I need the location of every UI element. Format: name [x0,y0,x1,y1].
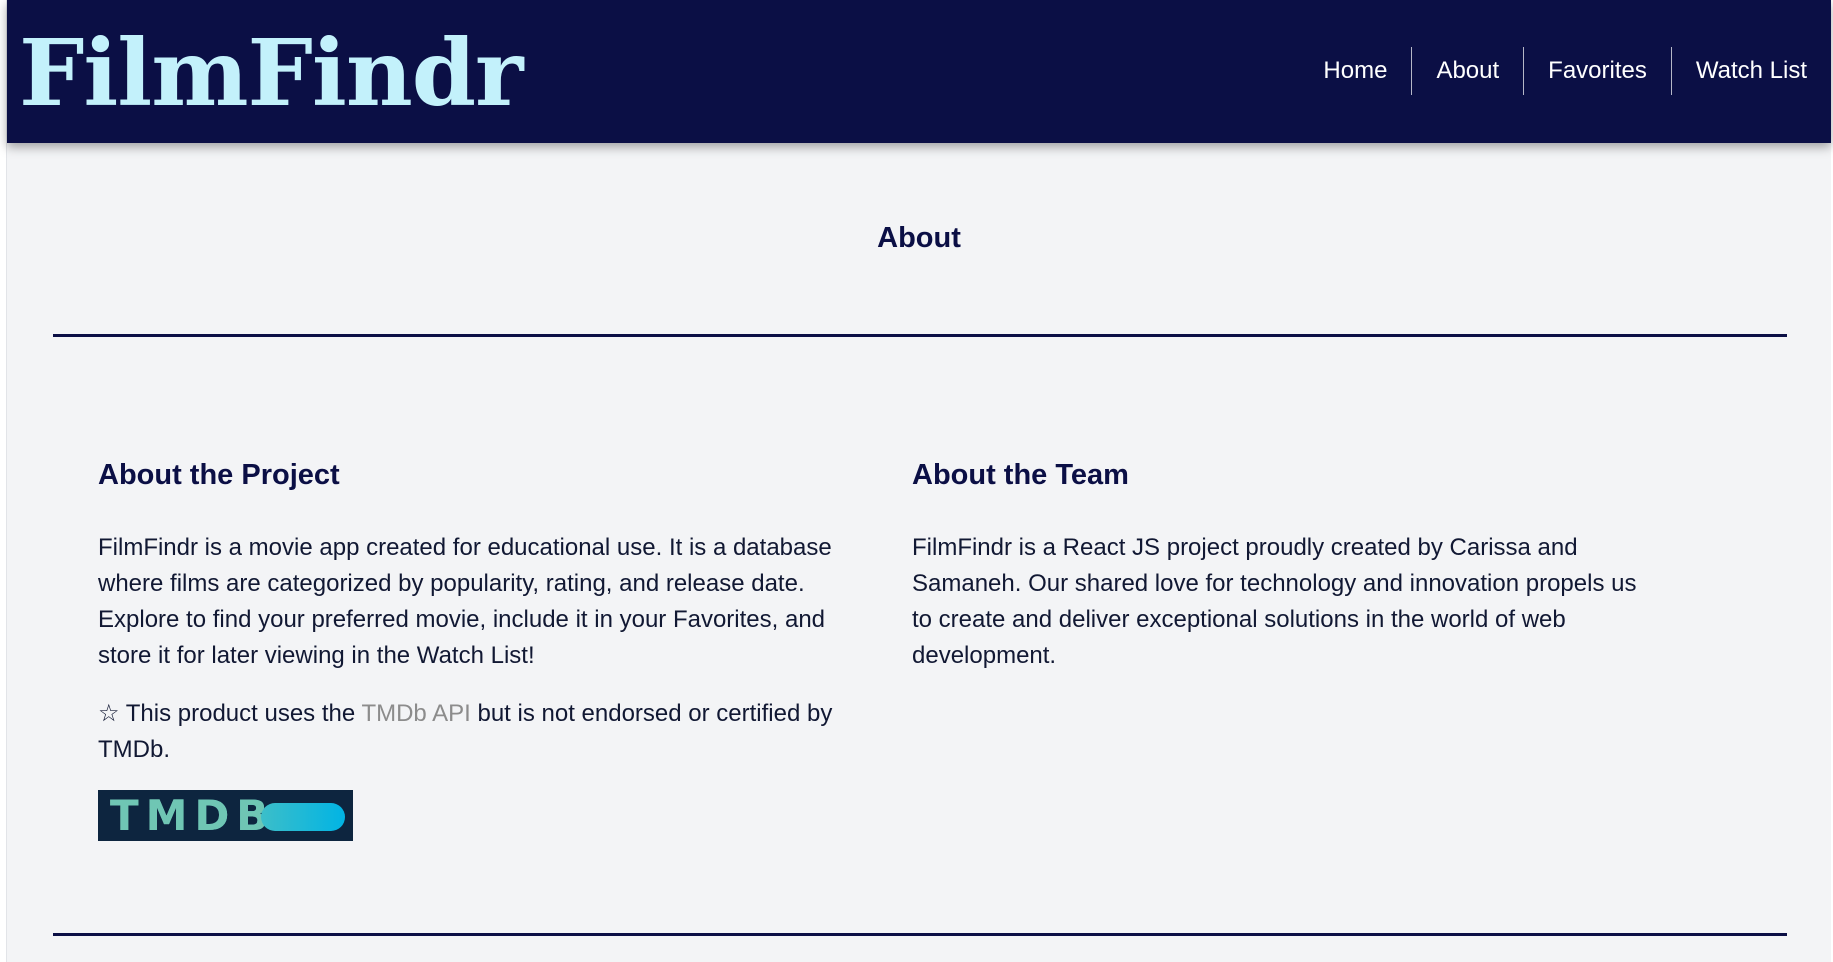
top-divider [53,334,1787,337]
nav-about-link[interactable]: About [1411,47,1523,95]
site-logo[interactable]: FilmFindr [19,18,524,128]
about-team-text: FilmFindr is a React JS project proudly … [912,534,1637,669]
about-project-heading: About the Project [98,459,340,491]
page: FilmFindr Home About Favorites Watch Lis… [6,0,1831,962]
tmdb-attribution: ☆ This product uses the TMDb API but is … [98,696,838,768]
about-project-section: About the Project FilmFindr is a movie a… [98,450,838,841]
about-project-text: FilmFindr is a movie app created for edu… [98,534,832,669]
about-team-section: About the Team FilmFindr is a React JS p… [912,450,1652,696]
about-team-heading: About the Team [912,459,1129,491]
site-header: FilmFindr Home About Favorites Watch Lis… [7,0,1831,143]
attribution-prefix: ☆ This product uses the [98,700,362,727]
main-nav: Home About Favorites Watch List [1299,47,1831,95]
tmdb-api-link[interactable]: TMDb API [361,700,470,727]
page-title: About [877,222,961,254]
nav-home-link[interactable]: Home [1299,47,1411,95]
bottom-divider [53,933,1787,936]
tmdb-logo[interactable]: TMDB [98,790,353,841]
tmdb-logo-text: TMDB [110,791,276,840]
nav-favorites-link[interactable]: Favorites [1523,47,1671,95]
tmdb-logo-pill-icon [261,803,345,831]
nav-watch-list-link[interactable]: Watch List [1670,47,1831,95]
